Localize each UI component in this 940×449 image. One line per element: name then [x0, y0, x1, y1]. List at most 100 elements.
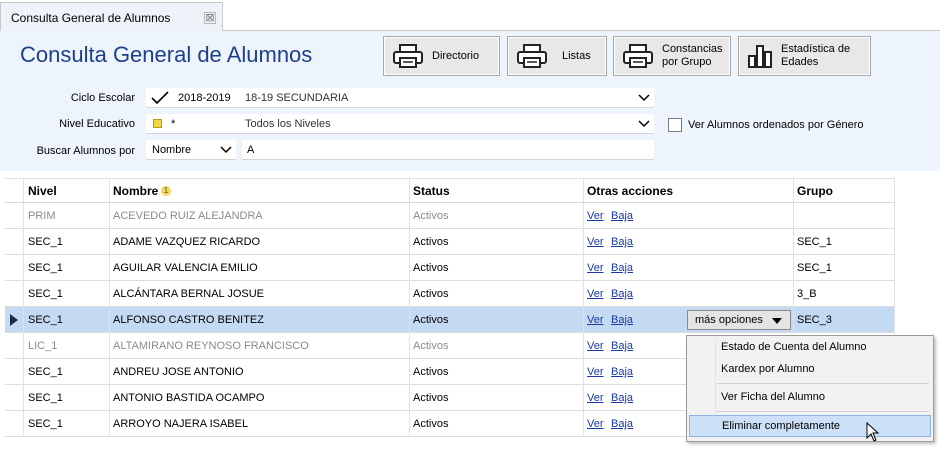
page-title: Consulta General de Alumnos [20, 42, 313, 67]
cell-status: Activos [413, 210, 449, 222]
table-row[interactable]: SEC_1 ALCÁNTARA BERNAL JOSUE Activos Ver… [5, 281, 895, 307]
cell-nombre: AGUILAR VALENCIA EMILIO [113, 262, 258, 274]
checkmark-icon [151, 91, 169, 105]
cell-nombre: ACEVEDO RUIZ ALEJANDRA [113, 210, 263, 222]
baja-link[interactable]: Baja [611, 236, 633, 248]
cell-nombre: ARROYO NAJERA ISABEL [113, 418, 249, 430]
buscar-field-select[interactable]: Nombre [146, 140, 236, 160]
table-row[interactable]: SEC_1 ADAME VAZQUEZ RICARDO Activos Ver … [5, 229, 895, 255]
ver-link[interactable]: Ver [587, 418, 604, 430]
ordenar-genero-checkbox[interactable] [668, 118, 682, 132]
menu-item-ver-ficha[interactable]: Ver Ficha del Alumno [687, 387, 933, 409]
ver-link[interactable]: Ver [587, 340, 604, 352]
tab-close-icon[interactable]: ⊠ [204, 12, 216, 24]
cell-nivel: SEC_1 [28, 392, 63, 404]
ver-link[interactable]: Ver [587, 210, 604, 222]
constancias-button[interactable]: Constancias por Grupo [613, 36, 731, 76]
estadistica-button[interactable]: Estadística de Edades [738, 36, 871, 76]
chevron-down-icon [638, 120, 650, 128]
chevron-down-icon [220, 146, 232, 154]
ver-link[interactable]: Ver [587, 288, 604, 300]
baja-link[interactable]: Baja [611, 288, 633, 300]
ciclo-combo[interactable]: 2018-2019 18-19 SECUNDARIA [146, 88, 654, 108]
ciclo-code: 2018-2019 [178, 92, 231, 104]
menu-item-estado-cuenta[interactable]: Estado de Cuenta del Alumno [687, 337, 933, 359]
cell-nivel: LIC_1 [28, 340, 58, 352]
menu-item-label: Ver Ficha del Alumno [721, 391, 825, 403]
column-separator [583, 179, 584, 204]
buscar-input[interactable]: A [242, 140, 654, 160]
col-grupo[interactable]: Grupo [797, 184, 833, 198]
cell-status: Activos [413, 314, 449, 326]
ver-link[interactable]: Ver [587, 236, 604, 248]
bar-chart-icon [748, 45, 772, 68]
ver-link[interactable]: Ver [587, 366, 604, 378]
ciclo-value: 18-19 SECUNDARIA [245, 92, 349, 104]
cell-nivel: SEC_1 [28, 314, 63, 326]
sort-indicator-icon: 1 [161, 186, 171, 196]
cell-status: Activos [413, 262, 449, 274]
cell-nivel: SEC_1 [28, 366, 63, 378]
col-nivel[interactable]: Nivel [28, 184, 57, 198]
mouse-cursor-icon [866, 422, 880, 442]
cell-nombre: ALFONSO CASTRO BENITEZ [113, 314, 264, 326]
ordenar-genero-label: Ver Alumnos ordenados por Género [688, 119, 864, 131]
col-status[interactable]: Status [413, 184, 450, 198]
table-row-selected[interactable]: SEC_1 ALFONSO CASTRO BENITEZ Activos Ver… [5, 307, 895, 333]
mas-opciones-label: más opciones [695, 314, 763, 326]
column-separator [23, 179, 24, 204]
cell-nombre: ANTONIO BASTIDA OCAMPO [113, 392, 265, 404]
nivel-value: Todos los Niveles [245, 118, 331, 130]
menu-divider [717, 411, 929, 412]
level-color-icon [153, 119, 162, 128]
menu-item-label: Estado de Cuenta del Alumno [721, 341, 867, 353]
cell-nivel: SEC_1 [28, 288, 63, 300]
printer-icon [623, 44, 653, 68]
cell-status: Activos [413, 392, 449, 404]
table-row[interactable]: PRIM ACEVEDO RUIZ ALEJANDRA Activos Ver … [5, 203, 895, 229]
menu-divider [717, 383, 929, 384]
baja-link[interactable]: Baja [611, 366, 633, 378]
cell-status: Activos [413, 418, 449, 430]
table-row[interactable]: SEC_1 AGUILAR VALENCIA EMILIO Activos Ve… [5, 255, 895, 281]
grid-header: Nivel Nombre 1 Status Otras acciones Gru… [5, 178, 895, 204]
cell-grupo: SEC_3 [797, 314, 832, 326]
baja-link[interactable]: Baja [611, 314, 633, 326]
cell-status: Activos [413, 366, 449, 378]
buscar-field-value: Nombre [152, 144, 192, 156]
baja-link[interactable]: Baja [611, 210, 633, 222]
menu-item-eliminar[interactable]: Eliminar completamente [689, 415, 931, 437]
buscar-label: Buscar Alumnos por [36, 145, 135, 157]
mas-opciones-button[interactable]: más opciones [687, 310, 791, 330]
printer-icon [517, 44, 547, 68]
buscar-query: A [247, 144, 255, 156]
tab-strip: Consulta General de Alumnos ⊠ [0, 0, 940, 32]
directorio-button[interactable]: Directorio [383, 36, 500, 76]
tab-consulta-alumnos[interactable]: Consulta General de Alumnos ⊠ [0, 2, 223, 32]
cell-nombre: ADAME VAZQUEZ RICARDO [113, 236, 261, 248]
baja-link[interactable]: Baja [611, 392, 633, 404]
listas-label: Listas [562, 49, 591, 62]
cell-nombre: ANDREU JOSE ANTONIO [113, 366, 244, 378]
menu-item-kardex[interactable]: Kardex por Alumno [687, 359, 933, 381]
cell-grupo: SEC_1 [797, 236, 832, 248]
column-separator [409, 179, 410, 204]
baja-link[interactable]: Baja [611, 340, 633, 352]
constancias-label: Constancias por Grupo [662, 43, 723, 68]
cell-nombre: ALCÁNTARA BERNAL JOSUE [113, 288, 264, 300]
listas-button[interactable]: Listas [507, 36, 607, 76]
nivel-label: Nivel Educativo [59, 118, 135, 130]
cell-grupo: 3_B [797, 288, 817, 300]
cell-nivel: SEC_1 [28, 418, 63, 430]
nivel-combo[interactable]: * Todos los Niveles [146, 114, 654, 134]
ver-link[interactable]: Ver [587, 392, 604, 404]
col-otras-acciones[interactable]: Otras acciones [587, 184, 673, 198]
menu-item-label: Kardex por Alumno [721, 363, 815, 375]
col-nombre[interactable]: Nombre [113, 184, 158, 198]
baja-link[interactable]: Baja [611, 418, 633, 430]
directorio-label: Directorio [432, 49, 480, 62]
ver-link[interactable]: Ver [587, 314, 604, 326]
baja-link[interactable]: Baja [611, 262, 633, 274]
cell-status: Activos [413, 340, 449, 352]
ver-link[interactable]: Ver [587, 262, 604, 274]
